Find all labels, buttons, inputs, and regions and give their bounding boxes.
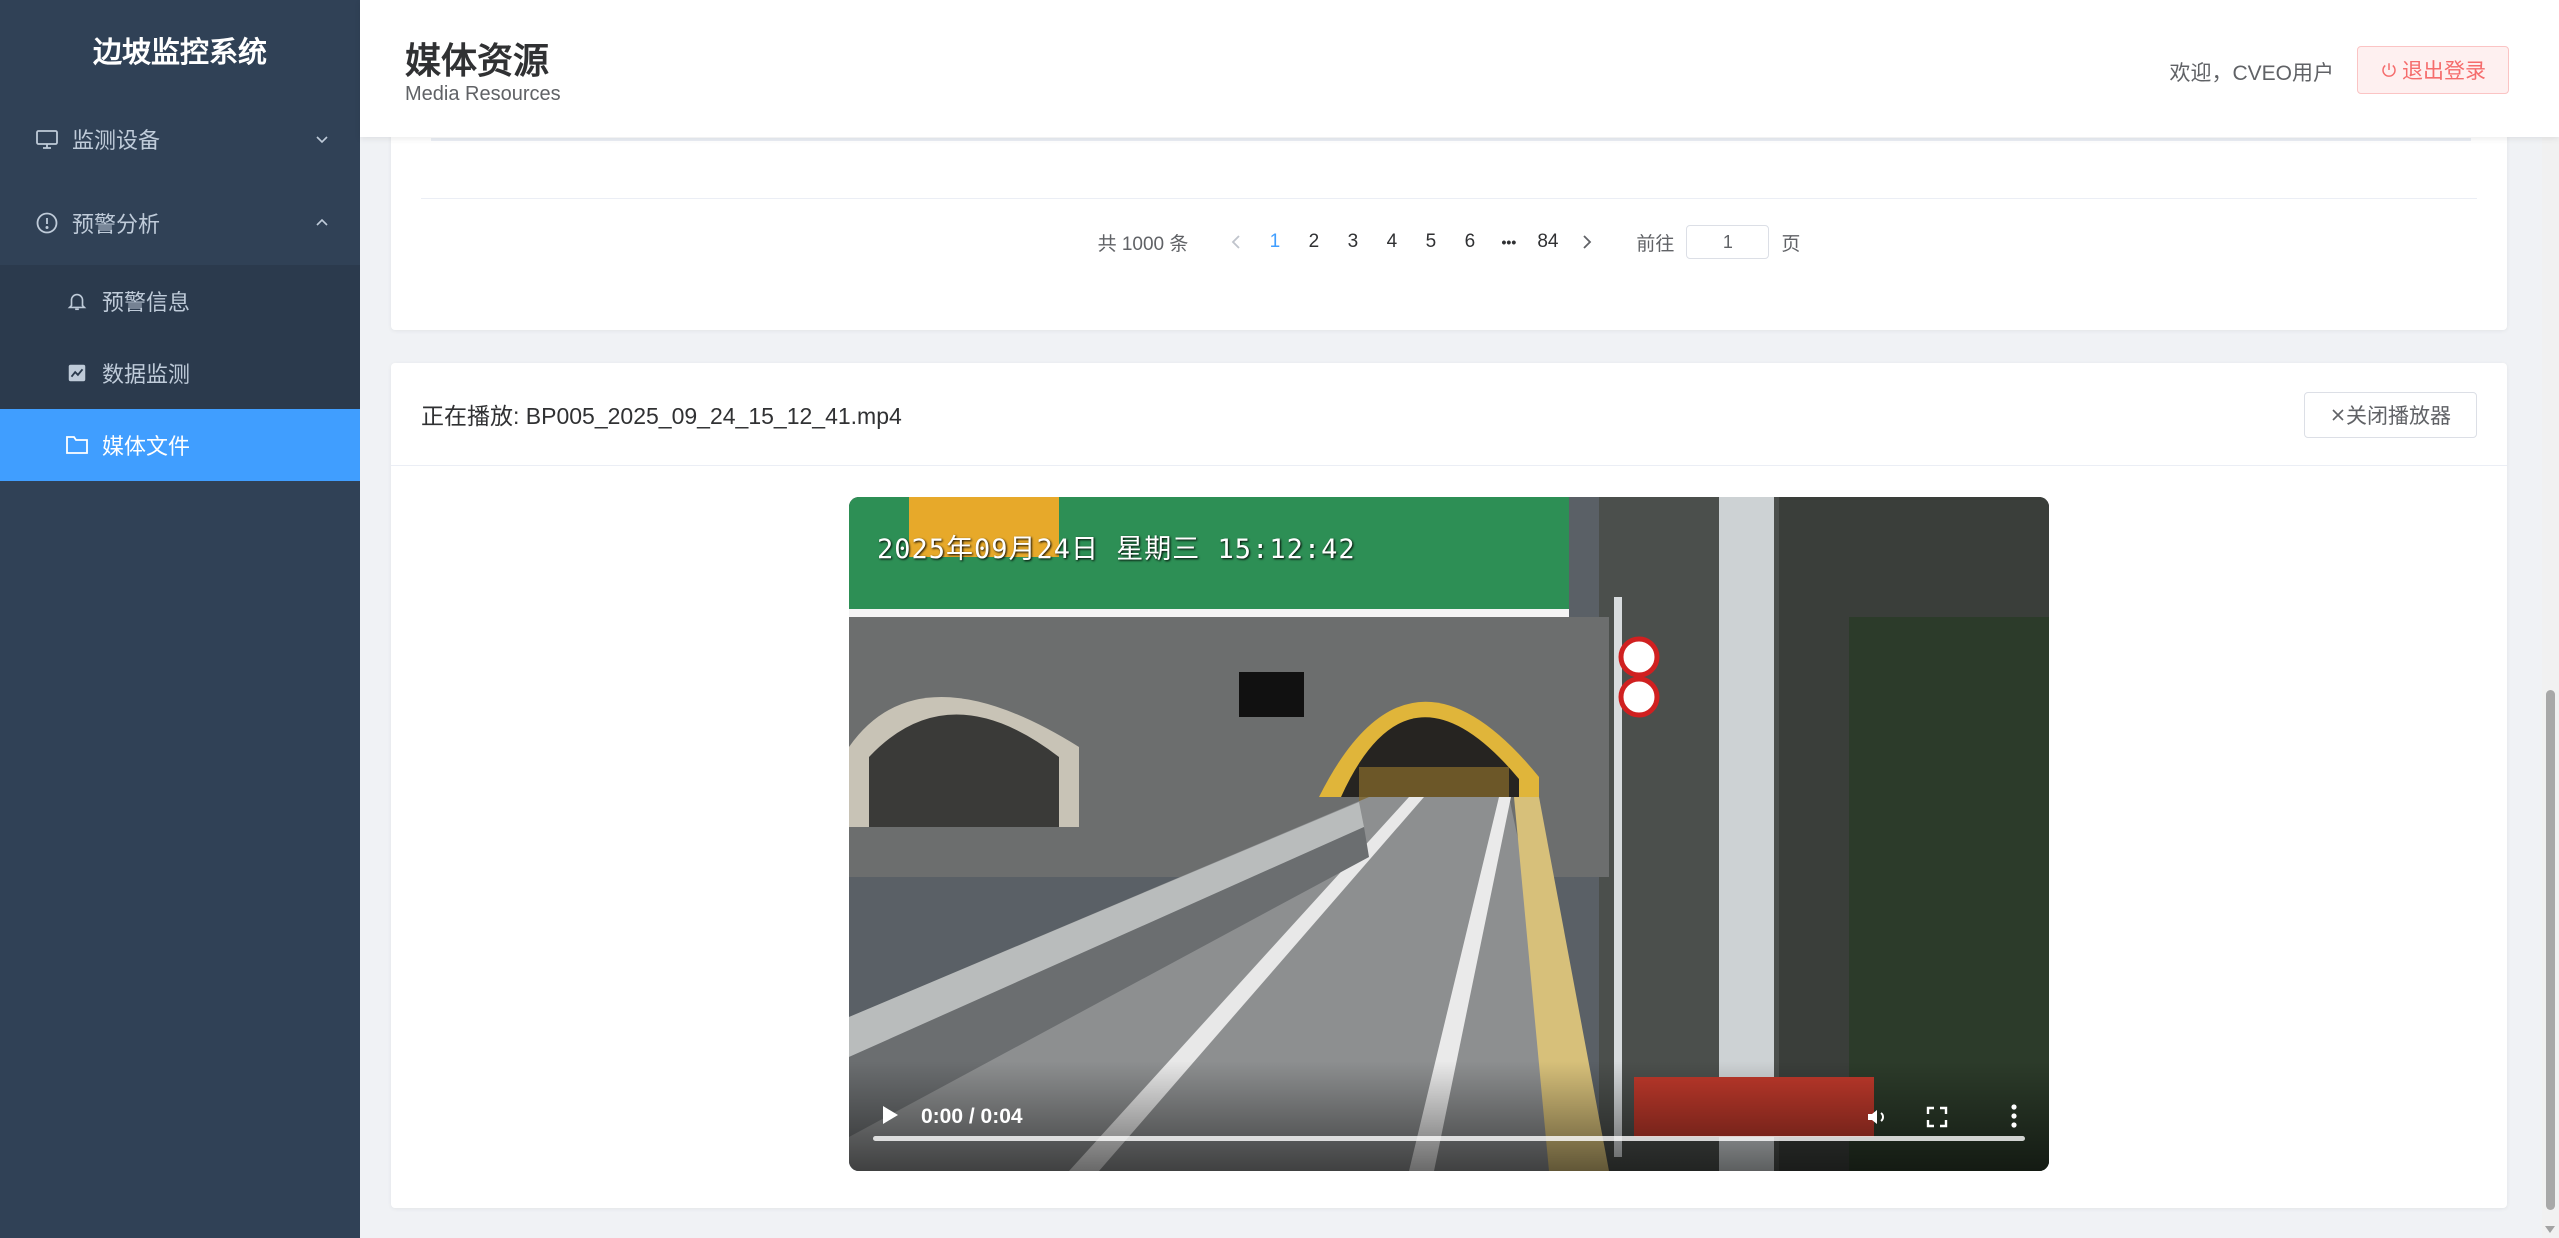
chevron-up-icon: [316, 218, 328, 226]
page-84[interactable]: 84: [1528, 231, 1567, 253]
pagination-total: 共 1000 条: [1097, 233, 1189, 255]
fullscreen-icon[interactable]: [1925, 1105, 1949, 1129]
menu-label: 数据监测: [102, 362, 191, 387]
page-subtitle: Media Resources: [405, 83, 561, 105]
next-page-button[interactable]: [1567, 234, 1606, 250]
page-scrollbar[interactable]: [2542, 0, 2559, 1238]
goto-label: 前往: [1636, 233, 1675, 255]
video-progress-bar[interactable]: [873, 1136, 2025, 1141]
page-title: 媒体资源: [405, 40, 550, 81]
menu-item-media-files[interactable]: 媒体文件: [0, 409, 360, 481]
goto-page: 前往 页: [1636, 225, 1800, 259]
video-timestamp-overlay: 2025年09月24日 星期三 15:12:42: [877, 534, 1356, 565]
page-5[interactable]: 5: [1411, 231, 1450, 253]
folder-icon: [64, 432, 90, 458]
prev-page-button[interactable]: [1216, 234, 1255, 250]
logout-label: 退出登录: [2402, 60, 2486, 83]
close-icon: [2332, 409, 2344, 421]
alert-circle-icon: [34, 210, 60, 236]
scroll-down-arrow[interactable]: [2545, 1226, 2555, 1233]
monitor-icon: [34, 126, 60, 152]
now-playing-title: 正在播放: BP005_2025_09_24_15_12_41.mp4: [421, 403, 902, 429]
logout-button[interactable]: 退出登录: [2357, 46, 2509, 94]
bell-icon: [64, 288, 90, 314]
page-3[interactable]: 3: [1333, 231, 1372, 253]
volume-icon[interactable]: [1865, 1105, 1889, 1129]
top-header: 媒体资源 Media Resources 欢迎，CVEO用户 退出登录: [360, 0, 2559, 137]
play-icon[interactable]: [879, 1103, 901, 1127]
list-divider: [1991, 138, 2471, 141]
page-suffix: 页: [1781, 233, 1801, 255]
chart-icon: [64, 360, 90, 386]
page-6[interactable]: 6: [1450, 231, 1489, 253]
video-controls: 0:00 / 0:04: [849, 1061, 2049, 1171]
menu-item-monitoring-devices[interactable]: 监测设备: [0, 97, 360, 181]
list-divider: [951, 138, 1471, 141]
sidebar: 边坡监控系统 监测设备 预警分析 预警信息 数据监测 媒体文件: [0, 0, 360, 1238]
menu-label: 监测设备: [72, 128, 161, 153]
page-2[interactable]: 2: [1294, 231, 1333, 253]
player-header: 正在播放: BP005_2025_09_24_15_12_41.mp4 关闭播放…: [391, 363, 2507, 466]
menu-label: 媒体文件: [102, 434, 191, 459]
more-options-icon[interactable]: [2009, 1103, 2019, 1129]
chevron-down-icon: [316, 136, 328, 144]
video-time: 0:00 / 0:04: [921, 1105, 1023, 1128]
menu-item-warning-info[interactable]: 预警信息: [0, 265, 360, 337]
goto-page-input[interactable]: [1686, 225, 1770, 259]
pagination: 共 1000 条 1 2 3 4 5 6 ••• 84 前往 页: [391, 225, 2507, 259]
close-player-button[interactable]: 关闭播放器: [2304, 392, 2477, 438]
welcome-text: 欢迎，CVEO用户: [2169, 62, 2334, 85]
menu-item-warning-analysis[interactable]: 预警分析: [0, 181, 360, 265]
chevron-right-icon: [1583, 235, 1592, 249]
divider: [421, 198, 2477, 199]
power-icon: [2382, 63, 2396, 77]
menu-label: 预警分析: [72, 212, 161, 237]
scroll-thumb[interactable]: [2546, 690, 2555, 1210]
page-4[interactable]: 4: [1372, 231, 1411, 253]
app-brand: 边坡监控系统: [92, 37, 267, 69]
chevron-left-icon: [1231, 235, 1240, 249]
page-1[interactable]: 1: [1255, 231, 1294, 253]
menu-label: 预警信息: [102, 290, 191, 315]
video-player[interactable]: 2025年09月24日 星期三 15:12:42 0:00 / 0:04: [849, 497, 2049, 1171]
more-pages-ellipsis[interactable]: •••: [1489, 234, 1528, 250]
list-divider: [431, 138, 951, 141]
close-player-label: 关闭播放器: [2346, 405, 2451, 428]
video-player-card: 正在播放: BP005_2025_09_24_15_12_41.mp4 关闭播放…: [391, 363, 2507, 1208]
list-divider: [1471, 138, 1991, 141]
menu-item-data-monitoring[interactable]: 数据监测: [0, 337, 360, 409]
